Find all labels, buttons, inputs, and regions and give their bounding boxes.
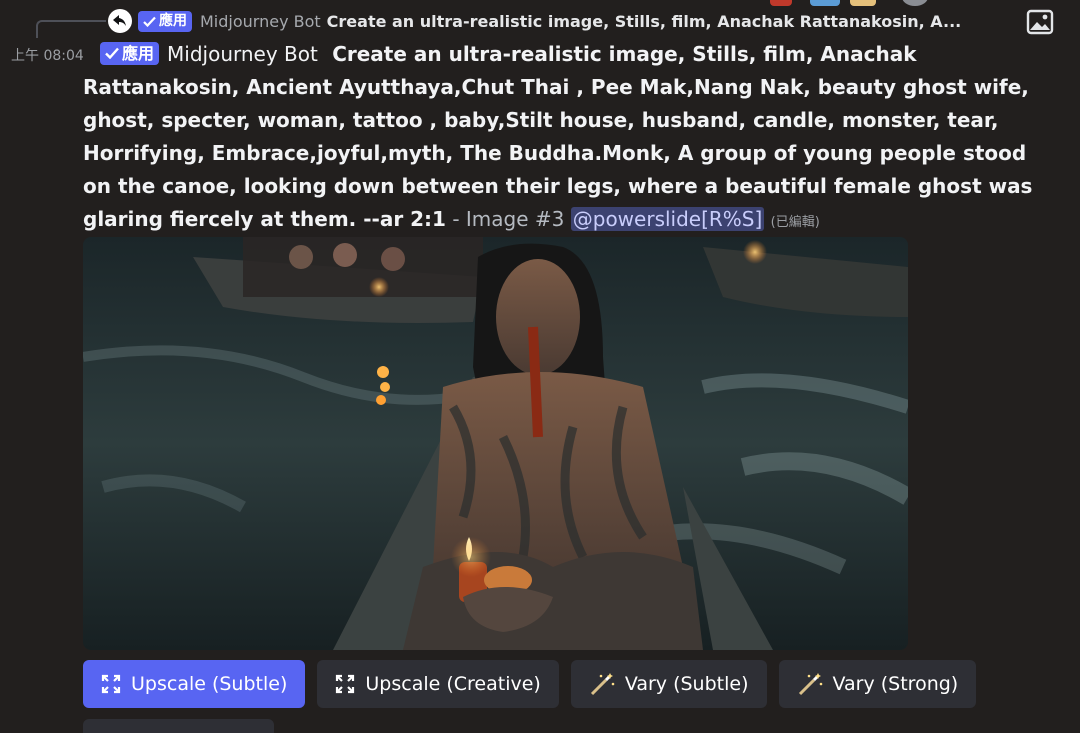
discord-message-view: 應用 Midjourney Bot Create an ultra-realis…	[0, 0, 1080, 733]
app-badge-label: 應用	[122, 43, 155, 63]
button-label: Vary (Strong)	[832, 673, 959, 695]
expand-icon	[335, 674, 355, 694]
image-gallery-icon[interactable]	[1026, 9, 1054, 35]
image-attachment[interactable]	[83, 237, 908, 650]
message-timestamp: 上午 08:04	[11, 48, 84, 64]
reply-connector	[36, 20, 106, 38]
reaction-emoji-icon[interactable]	[810, 0, 840, 6]
user-mention[interactable]: @powerslide[R%S]	[570, 207, 765, 231]
button-label: Vary (Subtle)	[624, 673, 749, 695]
app-badge: 應用	[100, 41, 160, 65]
checkmark-icon	[143, 16, 156, 27]
action-button-row: Upscale (Subtle) Upscale (Creative) Vary…	[83, 660, 977, 708]
magic-wand-icon	[797, 672, 823, 696]
reply-arrow-icon	[108, 9, 132, 33]
upscale-subtle-button[interactable]: Upscale (Subtle)	[83, 660, 306, 708]
button-label: Upscale (Creative)	[365, 673, 541, 695]
separator: -	[445, 207, 466, 231]
checkmark-icon	[105, 47, 119, 59]
reaction-emoji-icon[interactable]	[770, 0, 792, 6]
avatar[interactable]	[902, 0, 928, 6]
message-author[interactable]: Midjourney Bot	[167, 42, 318, 66]
prompt-text: Create an ultra-realistic image, Stills,…	[83, 42, 1033, 231]
edited-indicator: (已編輯)	[770, 215, 820, 230]
reaction-emoji-icon[interactable]	[850, 0, 876, 6]
next-row-button[interactable]	[83, 719, 274, 733]
image-label: Image #3	[465, 207, 565, 231]
reply-preview-text[interactable]: Create an ultra-realistic image, Stills,…	[327, 12, 962, 31]
app-badge-label: 應用	[159, 12, 187, 29]
reply-reference[interactable]: 應用 Midjourney Bot Create an ultra-realis…	[108, 8, 1028, 34]
message-content: 應用 Midjourney Bot Create an ultra-realis…	[83, 38, 1058, 239]
reply-author[interactable]: Midjourney Bot	[200, 12, 321, 31]
vary-strong-button[interactable]: Vary (Strong)	[778, 660, 977, 708]
app-badge: 應用	[138, 10, 192, 32]
magic-wand-icon	[589, 672, 615, 696]
button-label: Upscale (Subtle)	[131, 673, 288, 695]
upscale-creative-button[interactable]: Upscale (Creative)	[317, 660, 559, 708]
expand-icon	[101, 674, 121, 694]
vary-subtle-button[interactable]: Vary (Subtle)	[570, 660, 767, 708]
